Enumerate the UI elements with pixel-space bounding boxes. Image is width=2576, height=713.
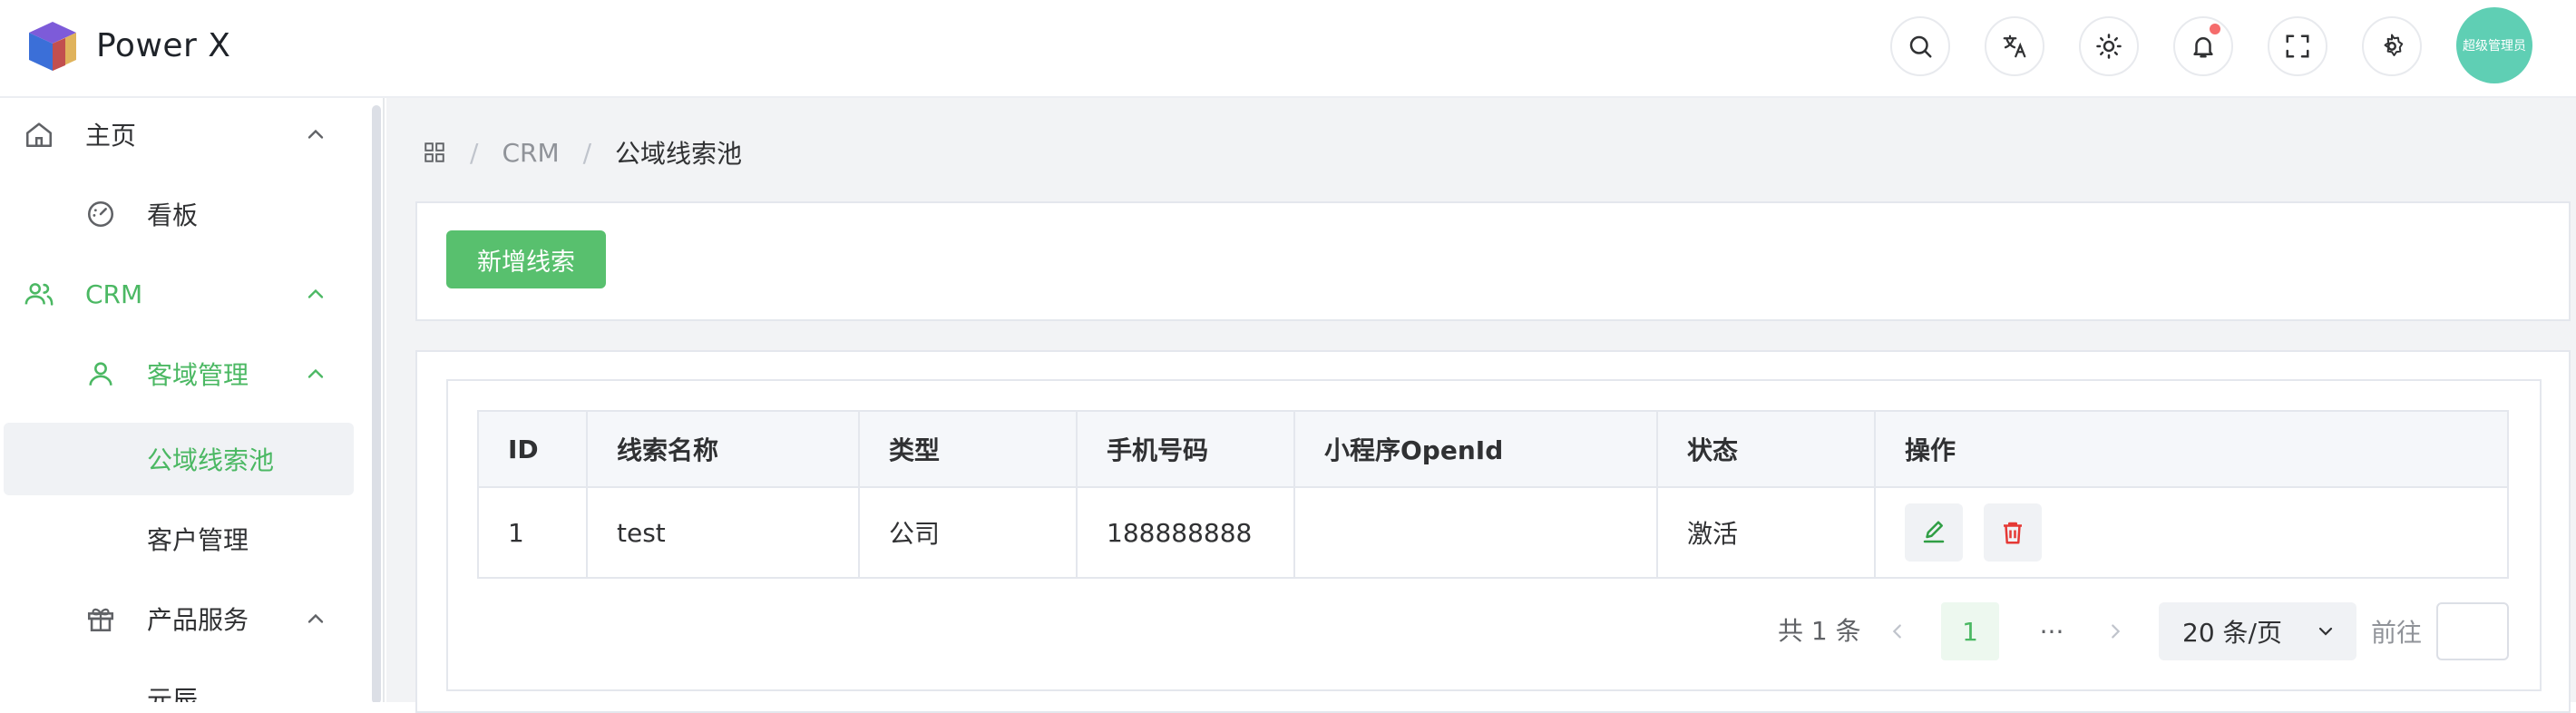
translate-icon	[2003, 34, 2026, 58]
breadcrumb-separator: /	[582, 137, 592, 168]
column-header: 操作	[1874, 410, 2509, 488]
fullscreen-icon	[2286, 34, 2309, 58]
language-button[interactable]	[1985, 16, 2044, 76]
column-header: 小程序OpenId	[1293, 410, 1658, 488]
sidebar: 主页 看板 CRM 客域管理 公域线索池 客户管理 产品服务 元辰	[0, 98, 385, 702]
goto-page-input[interactable]	[2436, 602, 2509, 660]
page-size-select[interactable]: 20 条/页	[2159, 602, 2356, 660]
notification-dot	[2210, 24, 2220, 34]
users-icon	[24, 278, 54, 309]
more-pages-button[interactable]: ···	[2023, 602, 2081, 660]
breadcrumb-item-crm[interactable]: CRM	[502, 138, 559, 168]
sidebar-item-public-leads[interactable]: 公域线索池	[4, 423, 354, 495]
search-button[interactable]	[1890, 16, 1950, 76]
breadcrumb: / CRM / 公域线索池	[423, 134, 742, 171]
delete-button[interactable]	[1983, 503, 2042, 562]
apps-grid-icon[interactable]	[423, 141, 446, 164]
sidebar-item-label: 客户管理	[147, 525, 249, 555]
cell-actions	[1874, 486, 2509, 579]
dashboard-icon	[85, 199, 116, 230]
sidebar-scrollbar[interactable]	[372, 105, 381, 702]
breadcrumb-separator: /	[470, 137, 479, 168]
user-avatar[interactable]: 超级管理员	[2456, 7, 2532, 83]
leads-table: ID 线索名称 类型 手机号码 小程序OpenId 状态 操作 1 test 公…	[477, 410, 2509, 579]
column-header: 类型	[858, 410, 1078, 488]
column-header: 线索名称	[586, 410, 860, 488]
sidebar-item-crm[interactable]: CRM	[0, 258, 350, 330]
cell-id: 1	[477, 486, 588, 579]
breadcrumb-current: 公域线索池	[615, 139, 743, 169]
sidebar-item-label: 主页	[85, 121, 137, 151]
chevron-up-icon	[303, 281, 328, 307]
sidebar-item-dashboard[interactable]: 看板	[0, 178, 350, 250]
sidebar-item-label: 客域管理	[147, 360, 249, 390]
next-page-button[interactable]	[2097, 602, 2133, 660]
cell-status: 激活	[1656, 486, 1876, 579]
cell-type: 公司	[858, 486, 1078, 579]
edit-icon	[1923, 521, 1945, 543]
page-number-button[interactable]: 1	[1941, 602, 1999, 660]
page-size-value: 20 条/页	[2182, 618, 2282, 648]
chevron-up-icon	[303, 361, 328, 386]
pagination-total: 共 1 条	[1778, 616, 1861, 646]
cell-phone: 188888888	[1076, 486, 1295, 579]
sidebar-item-products[interactable]: 产品服务	[0, 582, 350, 655]
toolbar-card	[415, 201, 2571, 321]
search-icon	[1909, 35, 1932, 58]
edit-button[interactable]	[1905, 503, 1963, 562]
sidebar-item-home[interactable]: 主页	[0, 98, 350, 171]
chevron-down-icon	[2318, 627, 2333, 636]
chevron-right-icon	[2112, 624, 2121, 639]
fullscreen-button[interactable]	[2268, 16, 2327, 76]
home-icon	[24, 119, 54, 150]
cell-openid	[1293, 486, 1658, 579]
app-logo-icon	[25, 20, 80, 73]
user-icon	[85, 358, 116, 389]
gift-icon	[85, 603, 116, 634]
column-header: 状态	[1656, 410, 1876, 488]
column-header: 手机号码	[1076, 410, 1295, 488]
table-header-row: ID 线索名称 类型 手机号码 小程序OpenId 状态 操作	[477, 410, 2509, 488]
prev-page-button[interactable]	[1879, 602, 1916, 660]
bell-icon	[2193, 37, 2213, 58]
chevron-left-icon	[1892, 624, 1901, 639]
table-row: 1 test 公司 188888888 激活	[477, 486, 2509, 579]
app-title: Power X	[96, 27, 231, 64]
sidebar-item-customer-domain[interactable]: 客域管理	[0, 337, 350, 410]
sidebar-item-label: 看板	[147, 200, 199, 230]
trash-icon	[2003, 522, 2022, 544]
sun-icon	[2096, 34, 2122, 59]
cell-name: test	[586, 486, 860, 579]
notifications-button[interactable]	[2173, 16, 2233, 76]
goto-label: 前往	[2371, 618, 2423, 648]
theme-toggle-button[interactable]	[2079, 16, 2139, 76]
sidebar-item-label: 产品服务	[147, 605, 249, 635]
settings-button[interactable]	[2362, 16, 2422, 76]
sidebar-item-label: 元辰	[147, 685, 199, 702]
chevron-up-icon	[303, 122, 328, 147]
gear-icon	[2384, 34, 2404, 56]
sidebar-item-label: CRM	[85, 278, 143, 309]
add-lead-button[interactable]: 新增线索	[446, 230, 606, 288]
sidebar-item-customers[interactable]: 客户管理	[0, 503, 350, 575]
chevron-up-icon	[303, 606, 328, 631]
top-header: Power X 超级管理员	[0, 0, 2576, 98]
sidebar-item-yuanchen[interactable]: 元辰	[0, 662, 350, 702]
column-header: ID	[477, 410, 588, 488]
sidebar-item-label: 公域线索池	[147, 445, 275, 475]
